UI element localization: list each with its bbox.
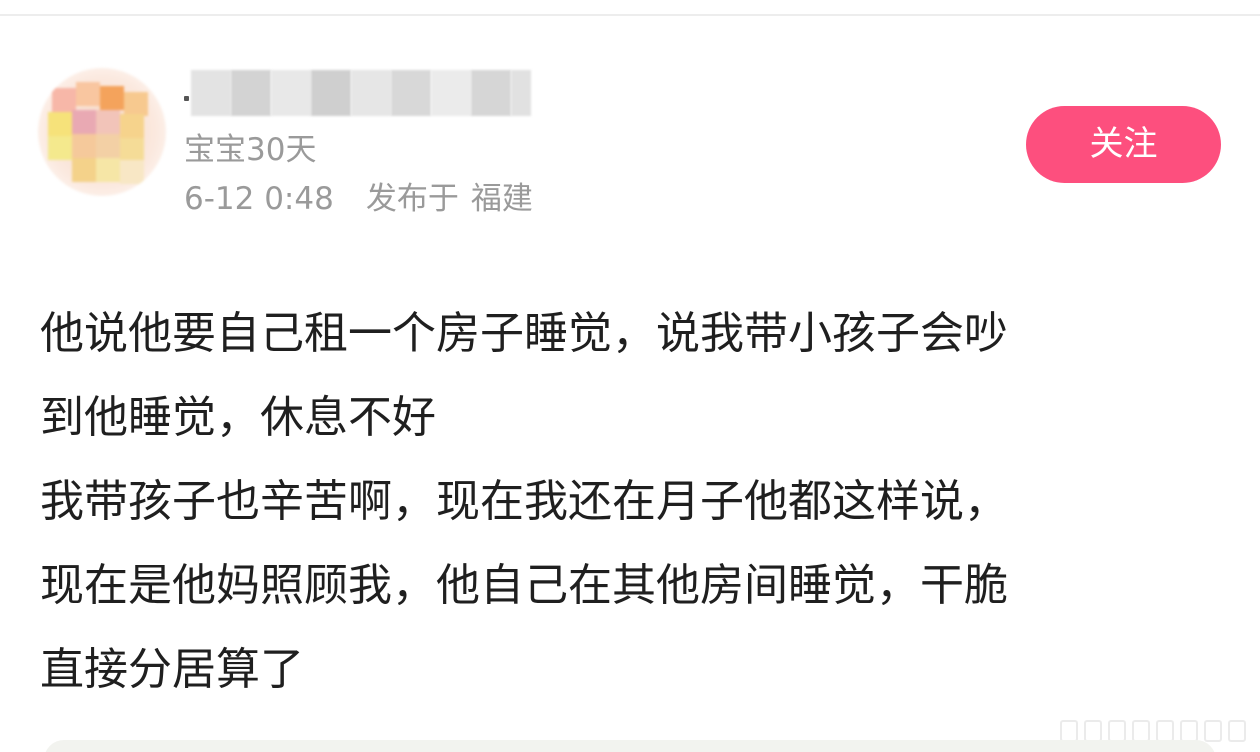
post-line: 直接分居算了 xyxy=(40,644,304,695)
watermark xyxy=(1050,716,1250,742)
post-time: 6-12 0:48 xyxy=(184,181,334,217)
post-line: 现在是他妈照顾我，他自己在其他房间睡觉，干脆 xyxy=(40,560,1008,611)
next-card-edge xyxy=(44,740,1216,752)
top-divider xyxy=(0,14,1260,16)
post-line: 我带孩子也辛苦啊，现在我还在月子他都这样说， xyxy=(40,476,1008,527)
post-line: 到他睡觉，休息不好 xyxy=(40,392,436,443)
user-badge: 宝宝30天 xyxy=(184,132,317,168)
username-redacted[interactable] xyxy=(183,68,533,118)
username-dot xyxy=(184,96,189,101)
follow-button[interactable]: 关注 xyxy=(1026,106,1221,183)
post-page: 宝宝30天 6-12 0:48 发布于 福建 关注 他说他要自己租一个房子睡觉，说我… xyxy=(0,0,1260,752)
post-location: 福建 xyxy=(470,181,533,217)
post-line: 他说他要自己租一个房子睡觉，说我带小孩子会吵 xyxy=(40,308,1008,359)
post-meta: 6-12 0:48 发布于 福建 xyxy=(184,178,533,220)
location-prefix: 发布于 xyxy=(365,181,459,217)
avatar[interactable] xyxy=(38,68,166,196)
post-body: 他说他要自己租一个房子睡觉，说我带小孩子会吵 到他睡觉，休息不好 我带孩子也辛苦… xyxy=(40,292,1230,712)
